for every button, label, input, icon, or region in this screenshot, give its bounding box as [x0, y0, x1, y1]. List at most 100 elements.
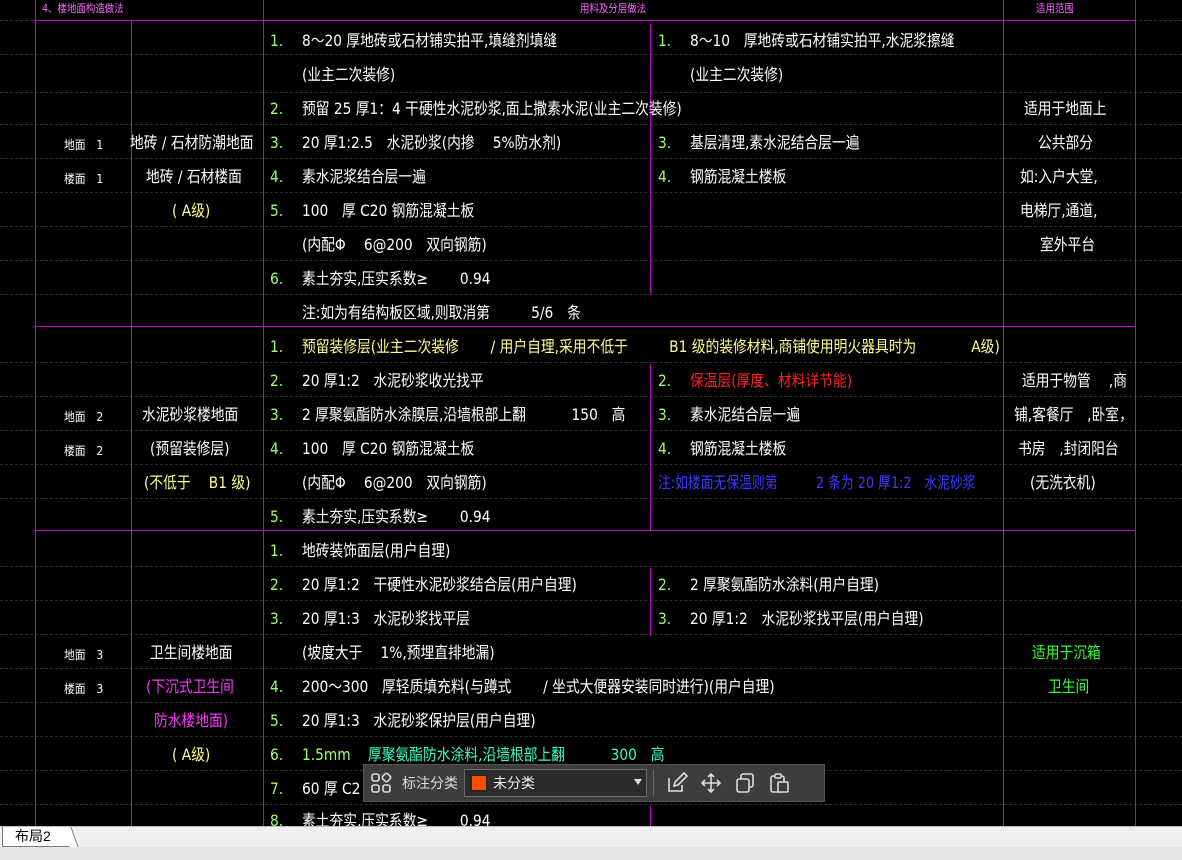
step-text: 2 厚聚氨酯防水涂膜层,沿墙根部上翻 150 高: [302, 405, 626, 424]
step-text: 200～300 厚轻质填充料(与蹲式 / 坐式大便器安装同时进行)(用户自理): [302, 677, 775, 696]
step-number: 3.: [658, 609, 672, 628]
step-text: (坡度大于 1%,预埋直排地漏): [302, 643, 495, 662]
step-number: 3.: [658, 133, 672, 152]
annotation-toolbar: 标注分类 未分类: [363, 764, 825, 802]
step-number: 3.: [658, 405, 672, 424]
scope-text: 适用于物管 ,商: [1022, 371, 1128, 390]
scope-text: (无洗衣机): [1030, 473, 1096, 492]
chevron-down-icon: [634, 779, 642, 785]
floor-code: 地面 1: [64, 138, 104, 152]
scope-text: 卫生间: [1048, 677, 1090, 696]
floor-code: 地面 2: [64, 410, 104, 424]
row-name: 地砖 / 石材防潮地面: [130, 133, 254, 152]
step-text: 20 厚1:2 水泥砂浆收光找平: [302, 371, 484, 390]
step-number: 1.: [270, 337, 284, 356]
step-text: (业主二次装修): [302, 65, 396, 84]
step-text: 20 厚1:3 水泥砂浆找平层: [302, 609, 470, 628]
grid-apps-icon[interactable]: [364, 766, 398, 800]
step-number: 1.: [658, 31, 672, 50]
step-text: 保温层(厚度、材料详节能): [690, 371, 853, 390]
layout-tab-bar: 布局2: [0, 826, 1182, 860]
tab-label: 布局2: [15, 828, 51, 844]
step-text: 地砖装饰面层(用户自理): [302, 541, 451, 560]
step-text: 60 厚 C2: [302, 779, 361, 798]
scope-text: 书房 ,封闭阳台: [1018, 439, 1119, 458]
step-text: 预留 25 厚1：4 干硬性水泥砂浆,面上撒素水泥(业主二次装修): [302, 99, 682, 118]
row-subtitle: 防水楼地面): [154, 711, 229, 730]
step-text: 钢筋混凝土楼板: [690, 439, 787, 458]
step-number: 2.: [270, 575, 284, 594]
row-name: (预留装修层): [150, 439, 230, 458]
move-icon[interactable]: [694, 766, 728, 800]
scope-text: 铺,客餐厅 ,卧室，: [1014, 405, 1133, 424]
step-text: 2 厚聚氨酯防水涂料(用户自理): [690, 575, 879, 594]
copy-icon[interactable]: [728, 766, 762, 800]
step-text: 钢筋混凝土楼板: [690, 167, 787, 186]
note-text: 注:如为有结构板区域,则取消第 5/6 条: [302, 303, 581, 322]
step-number: 4.: [270, 167, 284, 186]
row-name: 地砖 / 石材楼面: [146, 167, 242, 186]
header-scope-title: 适用范围: [1036, 2, 1074, 15]
paste-icon[interactable]: [762, 766, 796, 800]
step-text: 素水泥浆结合层一遍: [302, 167, 426, 186]
category-color-swatch: [471, 775, 487, 791]
step-text: 素土夯实,压实系数≥ 0.94: [302, 269, 491, 288]
step-text: 100 厚 C20 钢筋混凝土板: [302, 439, 475, 458]
floor-code: 楼面 2: [64, 444, 104, 458]
category-label: 标注分类: [402, 775, 458, 791]
scope-text: 电梯厅,通道,: [1020, 201, 1098, 220]
step-number: 1.: [270, 541, 284, 560]
step-text: 基层清理,素水泥结合层一遍: [690, 133, 860, 152]
row-grade: (不低于 B1 级): [144, 473, 251, 492]
category-select[interactable]: 未分类: [464, 769, 647, 797]
step-number: 5.: [270, 711, 284, 730]
row-name: 卫生间楼地面: [150, 643, 233, 662]
step-text: 20 厚1:3 水泥砂浆保护层(用户自理): [302, 711, 536, 730]
floor-code: 地面 3: [64, 648, 104, 662]
step-text-highlight: 厚聚氨酯防水涂料,沿墙根部上翻 300 高: [368, 745, 665, 764]
header-materials-title: 用料及分层做法: [580, 2, 647, 15]
row-grade: ( A级): [172, 745, 211, 764]
step-text: 1.5mm: [302, 745, 351, 764]
step-number: 1.: [270, 31, 284, 50]
step-text: (内配Φ 6@200 双向钢筋): [302, 235, 487, 254]
step-number: 5.: [270, 201, 284, 220]
toolbar-divider: [653, 770, 654, 796]
step-number: 2.: [658, 575, 672, 594]
step-text: 素水泥结合层一遍: [690, 405, 801, 424]
header-section-title: 4、楼地面构造做法: [42, 2, 124, 15]
status-strip: [0, 847, 1182, 860]
category-select-value: 未分类: [493, 775, 535, 791]
scope-text: 室外平台: [1040, 235, 1096, 254]
step-number: 4.: [658, 439, 672, 458]
step-number: 6.: [270, 269, 284, 288]
step-number: 8.: [270, 811, 284, 827]
step-number: 4.: [658, 167, 672, 186]
step-number: 7.: [270, 779, 284, 798]
step-number: 3.: [270, 609, 284, 628]
step-number: 2.: [270, 99, 284, 118]
step-text: 20 厚1:2 水泥砂浆找平层(用户自理): [690, 609, 924, 628]
scope-text: 适用于沉箱: [1032, 643, 1101, 662]
row-subtitle: (下沉式卫生间: [146, 677, 234, 696]
step-number: 5.: [270, 507, 284, 526]
scope-text: 如:入户大堂,: [1020, 167, 1098, 186]
scope-text: 适用于地面上: [1024, 99, 1107, 118]
floor-code: 楼面 3: [64, 682, 104, 696]
tab-layout2[interactable]: 布局2: [2, 827, 79, 847]
scope-text: 公共部分: [1038, 133, 1094, 152]
step-number: 6.: [270, 745, 284, 764]
step-number: 2.: [658, 371, 672, 390]
step-text: 20 厚1:2 干硬性水泥砂浆结合层(用户自理): [302, 575, 577, 594]
drawing-canvas[interactable]: 4、楼地面构造做法 用料及分层做法 适用范围 地面 1 楼面 1 地砖 / 石材…: [0, 0, 1182, 826]
tab-edge: [62, 827, 79, 847]
step-text: 8～10 厚地砖或石材铺实拍平,水泥浆擦缝: [690, 31, 955, 50]
cad-viewer: 4、楼地面构造做法 用料及分层做法 适用范围 地面 1 楼面 1 地砖 / 石材…: [0, 0, 1182, 860]
step-text: 8～20 厚地砖或石材铺实拍平,填缝剂填缝: [302, 31, 558, 50]
step-number: 2.: [270, 371, 284, 390]
step-text: 素土夯实,压实系数≥ 0.94: [302, 507, 491, 526]
step-text: 100 厚 C20 钢筋混凝土板: [302, 201, 475, 220]
step-number: 3.: [270, 133, 284, 152]
step-number: 4.: [270, 677, 284, 696]
edit-icon[interactable]: [660, 766, 694, 800]
